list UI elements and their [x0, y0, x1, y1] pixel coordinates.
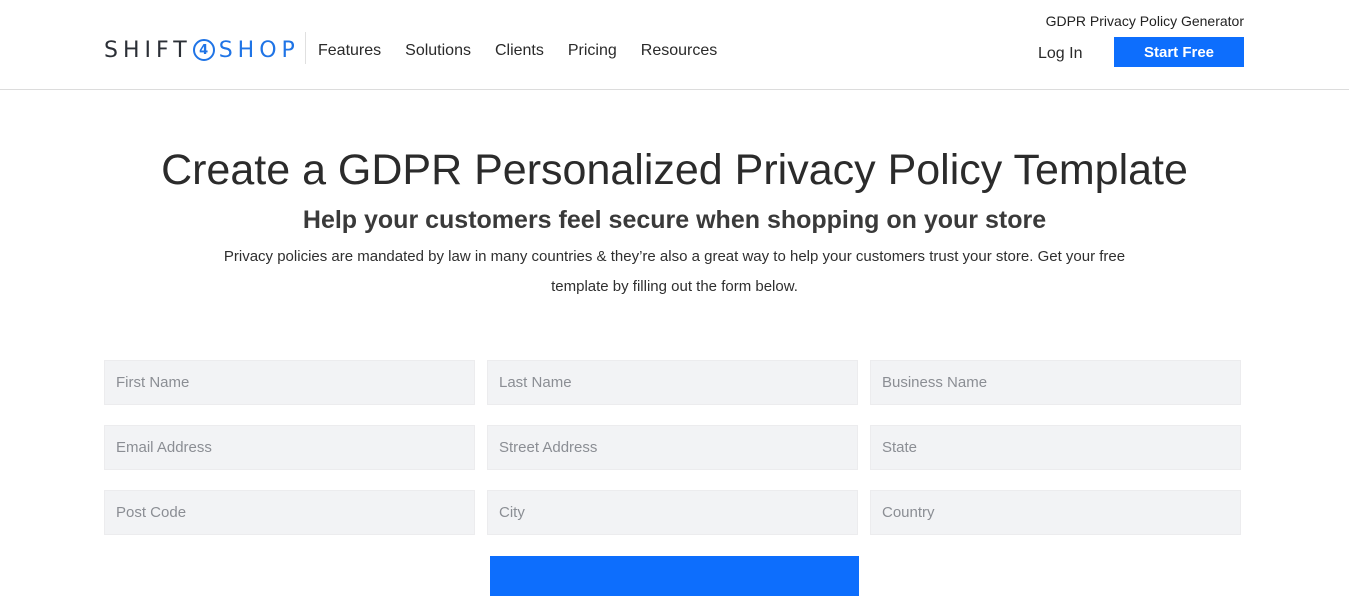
state-input[interactable] [870, 425, 1241, 470]
email-input[interactable] [104, 425, 475, 470]
shift4shop-logo[interactable]: SHIFT 4 SHOP [104, 36, 300, 64]
logo-text-shop: SHOP [218, 37, 300, 63]
page-subtitle: Help your customers feel secure when sho… [302, 206, 1047, 234]
first-name-input[interactable] [104, 360, 475, 405]
post-code-input[interactable] [104, 490, 475, 535]
main-nav: Features Solutions Clients Pricing Resou… [318, 42, 741, 60]
site-header: SHIFT 4 SHOP Features Solutions Clients … [0, 0, 1349, 90]
nav-clients[interactable]: Clients [495, 42, 544, 60]
start-free-button[interactable]: Start Free [1114, 37, 1244, 67]
header-divider [305, 32, 306, 64]
last-name-input[interactable] [487, 360, 858, 405]
gdpr-generator-link[interactable]: GDPR Privacy Policy Generator [1046, 13, 1244, 29]
country-input[interactable] [870, 490, 1241, 535]
logo-text-shift: SHIFT [104, 37, 192, 63]
logo-4-circle-icon: 4 [192, 39, 215, 61]
nav-resources[interactable]: Resources [641, 42, 717, 60]
login-link[interactable]: Log In [1038, 45, 1082, 63]
page-title: Create a GDPR Personalized Privacy Polic… [161, 146, 1188, 194]
street-address-input[interactable] [487, 425, 858, 470]
business-name-input[interactable] [870, 360, 1241, 405]
submit-button[interactable] [490, 556, 859, 596]
page-description: Privacy policies are mandated by law in … [223, 248, 1126, 295]
city-input[interactable] [487, 490, 858, 535]
nav-features[interactable]: Features [318, 42, 381, 60]
nav-solutions[interactable]: Solutions [405, 42, 471, 60]
nav-pricing[interactable]: Pricing [568, 42, 617, 60]
